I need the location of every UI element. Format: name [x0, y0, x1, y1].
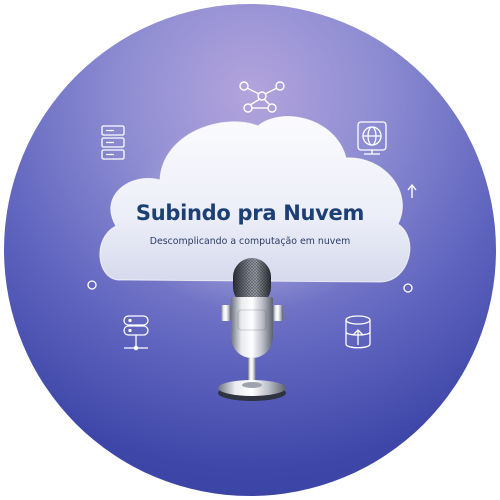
server-rack-icon [101, 125, 125, 160]
cloud-icon [99, 116, 411, 283]
logo-title: Subindo pra Nuvem [135, 201, 365, 225]
network-nodes-icon [239, 81, 285, 113]
logo-subtitle: Descomplicando a computação em nuvem [149, 236, 351, 247]
logo-artwork [87, 81, 417, 401]
globe-icon [357, 121, 387, 155]
arrow-up-icon [407, 183, 417, 198]
database-upload-icon [345, 315, 371, 349]
database-network-icon [123, 315, 149, 351]
podcast-logo: Subindo pra Nuvem Descomplicando a compu… [0, 0, 500, 500]
